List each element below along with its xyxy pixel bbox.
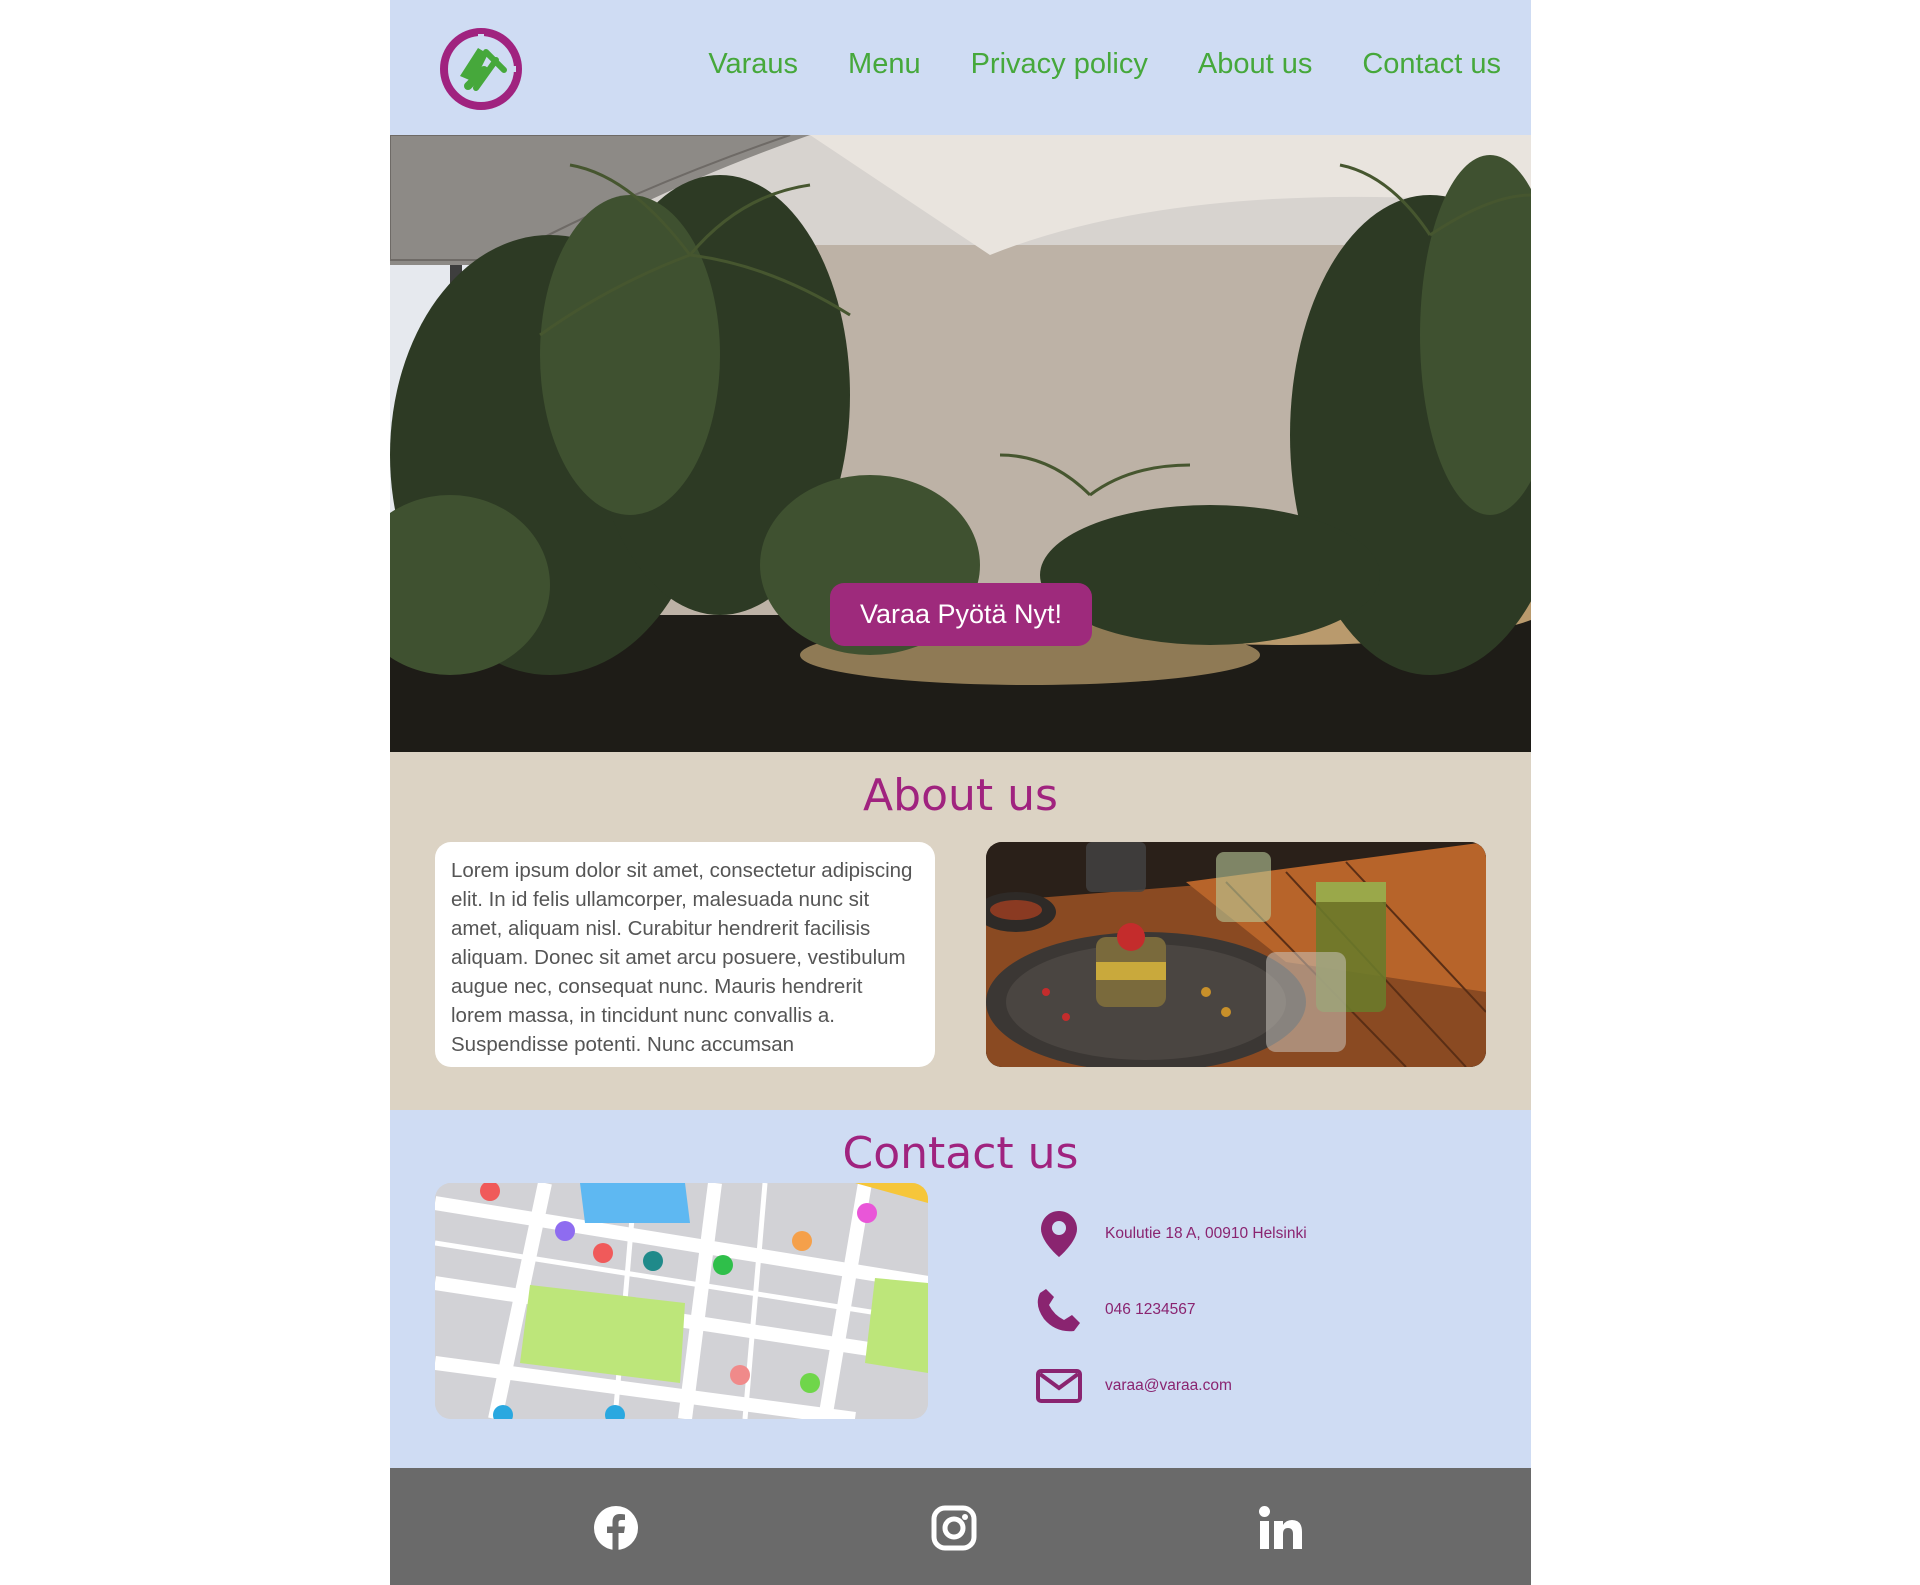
nav-link-varaus[interactable]: Varaus: [708, 48, 798, 81]
about-title: About us: [863, 770, 1058, 821]
contact-email-row: varaa@varaa.com: [1035, 1362, 1232, 1410]
food-photo: [986, 842, 1486, 1067]
site-footer: [390, 1468, 1531, 1585]
site-header: Varaus Menu Privacy policy About us Cont…: [390, 0, 1531, 135]
main-nav: Varaus Menu Privacy policy About us Cont…: [708, 48, 1501, 81]
hero-background-image: [390, 135, 1531, 752]
book-table-button[interactable]: Varaa Pyötä Nyt!: [830, 583, 1092, 646]
page: Varaus Menu Privacy policy About us Cont…: [390, 0, 1531, 1585]
nav-link-privacy-policy[interactable]: Privacy policy: [971, 48, 1148, 81]
about-description: Lorem ipsum dolor sit amet, consectetur …: [435, 842, 935, 1067]
map-illustration: [435, 1183, 928, 1419]
contact-address-row: Koulutie 18 A, 00910 Helsinki: [1035, 1210, 1307, 1258]
phone-icon: [1035, 1286, 1083, 1334]
linkedin-icon[interactable]: [1257, 1504, 1305, 1552]
instagram-icon[interactable]: [930, 1504, 978, 1552]
about-section: About us Lorem ipsum dolor sit amet, con…: [390, 752, 1531, 1110]
contact-email[interactable]: varaa@varaa.com: [1105, 1377, 1232, 1395]
contact-title: Contact us: [842, 1128, 1079, 1179]
restaurant-logo-icon[interactable]: [438, 26, 524, 112]
nav-link-menu[interactable]: Menu: [848, 48, 921, 81]
nav-link-about-us[interactable]: About us: [1198, 48, 1312, 81]
nav-link-contact-us[interactable]: Contact us: [1362, 48, 1501, 81]
contact-address: Koulutie 18 A, 00910 Helsinki: [1105, 1225, 1307, 1242]
location-pin-icon: [1035, 1210, 1083, 1258]
contact-phone-row: 046 1234567: [1035, 1286, 1196, 1334]
contact-phone[interactable]: 046 1234567: [1105, 1301, 1196, 1319]
hero-banner: Varaa Pyötä Nyt!: [390, 135, 1531, 752]
facebook-icon[interactable]: [592, 1504, 640, 1552]
location-map[interactable]: [435, 1183, 928, 1419]
envelope-icon: [1035, 1362, 1083, 1410]
contact-section: Contact us Koulutie 18 A, 00910 Helsinki…: [390, 1110, 1531, 1468]
food-photo-illustration: [986, 842, 1486, 1067]
